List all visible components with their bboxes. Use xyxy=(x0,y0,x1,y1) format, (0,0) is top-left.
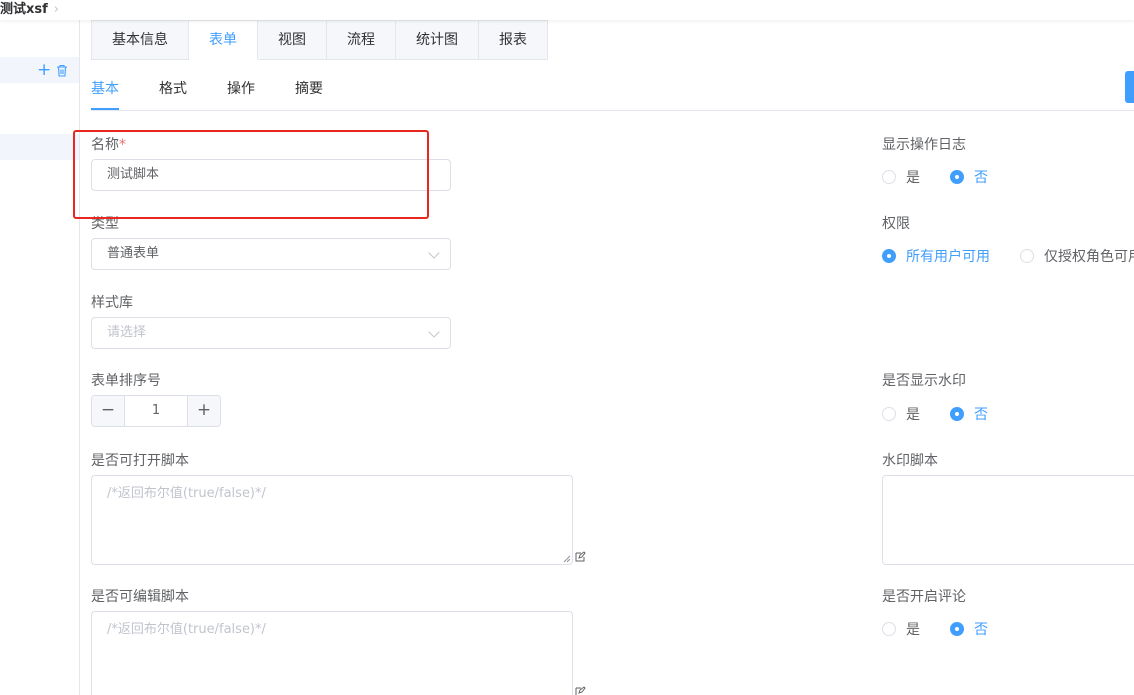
left-panel: + xyxy=(0,20,80,695)
tab-basic-info[interactable]: 基本信息 xyxy=(91,20,189,60)
watermark-no-radio[interactable]: 否 xyxy=(950,404,988,424)
show-log-no-radio[interactable]: 否 xyxy=(950,167,988,187)
increment-button[interactable]: + xyxy=(187,396,220,426)
left-panel-selected-item[interactable] xyxy=(0,134,79,160)
name-input[interactable]: 测试脚本 xyxy=(91,159,451,191)
radio-icon xyxy=(1020,249,1034,263)
name-label: 名称* xyxy=(91,137,126,153)
subtab-actions[interactable]: 操作 xyxy=(227,78,255,98)
type-select-value: 普通表单 xyxy=(107,246,160,261)
breadcrumb: 测试xsf › xyxy=(0,0,59,17)
type-select[interactable]: 普通表单 xyxy=(91,238,451,270)
sort-order-input[interactable]: 1 xyxy=(125,396,187,426)
show-log-yes-radio[interactable]: 是 xyxy=(882,167,920,187)
edit-script-placeholder: /*返回布尔值(true/false)*/ xyxy=(107,622,266,637)
watermark-yes-radio[interactable]: 是 xyxy=(882,404,920,424)
open-script-placeholder: /*返回布尔值(true/false)*/ xyxy=(107,486,266,501)
comments-no-radio[interactable]: 否 xyxy=(950,619,988,639)
radio-icon xyxy=(882,622,896,636)
comments-label: 是否开启评论 xyxy=(882,589,966,605)
sort-order-label: 表单排序号 xyxy=(91,373,161,389)
permission-all-users-radio[interactable]: 所有用户可用 xyxy=(882,246,990,266)
permission-authorized-roles-radio[interactable]: 仅授权角色可用 xyxy=(1020,246,1134,266)
type-label: 类型 xyxy=(91,216,119,232)
main-tabs: 基本信息 表单 视图 流程 统计图 报表 xyxy=(91,20,548,60)
required-mark: * xyxy=(119,137,126,153)
sub-tabs: 基本 格式 操作 摘要 xyxy=(91,70,1134,111)
edit-script-label: 是否可编辑脚本 xyxy=(91,589,189,605)
watermark-script-label: 水印脚本 xyxy=(882,453,938,469)
tab-chart[interactable]: 统计图 xyxy=(396,20,479,60)
style-lib-placeholder: 请选择 xyxy=(107,325,147,340)
sort-order-stepper: − 1 + xyxy=(91,395,221,427)
decrement-button[interactable]: − xyxy=(92,396,125,426)
tab-report[interactable]: 报表 xyxy=(479,20,548,60)
radio-checked-icon xyxy=(950,170,964,184)
watermark-script-textarea[interactable] xyxy=(882,475,1134,565)
subtab-summary[interactable]: 摘要 xyxy=(295,78,323,98)
subtab-format[interactable]: 格式 xyxy=(159,78,187,98)
resize-handle-icon[interactable] xyxy=(563,555,571,563)
open-script-textarea[interactable]: /*返回布尔值(true/false)*/ xyxy=(91,475,573,565)
radio-checked-icon xyxy=(882,249,896,263)
radio-checked-icon xyxy=(950,407,964,421)
edit-icon[interactable] xyxy=(575,551,586,562)
edit-script-textarea[interactable]: /*返回布尔值(true/false)*/ xyxy=(91,611,573,695)
delete-icon[interactable] xyxy=(56,64,68,81)
radio-checked-icon xyxy=(950,622,964,636)
breadcrumb-current[interactable]: 测试xsf xyxy=(0,2,48,17)
style-lib-label: 样式库 xyxy=(91,295,133,311)
primary-button-edge[interactable] xyxy=(1125,71,1134,103)
radio-icon xyxy=(882,170,896,184)
show-log-label: 显示操作日志 xyxy=(882,137,966,153)
active-tab-indicator xyxy=(91,108,119,110)
radio-icon xyxy=(882,407,896,421)
tab-flow[interactable]: 流程 xyxy=(327,20,396,60)
permission-label: 权限 xyxy=(882,216,910,232)
open-script-label: 是否可打开脚本 xyxy=(91,453,189,469)
top-bar: 测试xsf › xyxy=(0,0,1134,20)
chevron-down-icon xyxy=(428,247,440,259)
edit-icon[interactable] xyxy=(575,686,586,695)
subtab-basic[interactable]: 基本 xyxy=(91,78,119,98)
tab-form[interactable]: 表单 xyxy=(189,20,258,60)
comments-yes-radio[interactable]: 是 xyxy=(882,619,920,639)
tab-view[interactable]: 视图 xyxy=(258,20,327,60)
watermark-label: 是否显示水印 xyxy=(882,373,966,389)
breadcrumb-separator-icon: › xyxy=(53,2,59,17)
chevron-down-icon xyxy=(428,326,440,338)
style-lib-select[interactable]: 请选择 xyxy=(91,317,451,349)
add-icon[interactable]: + xyxy=(37,60,51,80)
